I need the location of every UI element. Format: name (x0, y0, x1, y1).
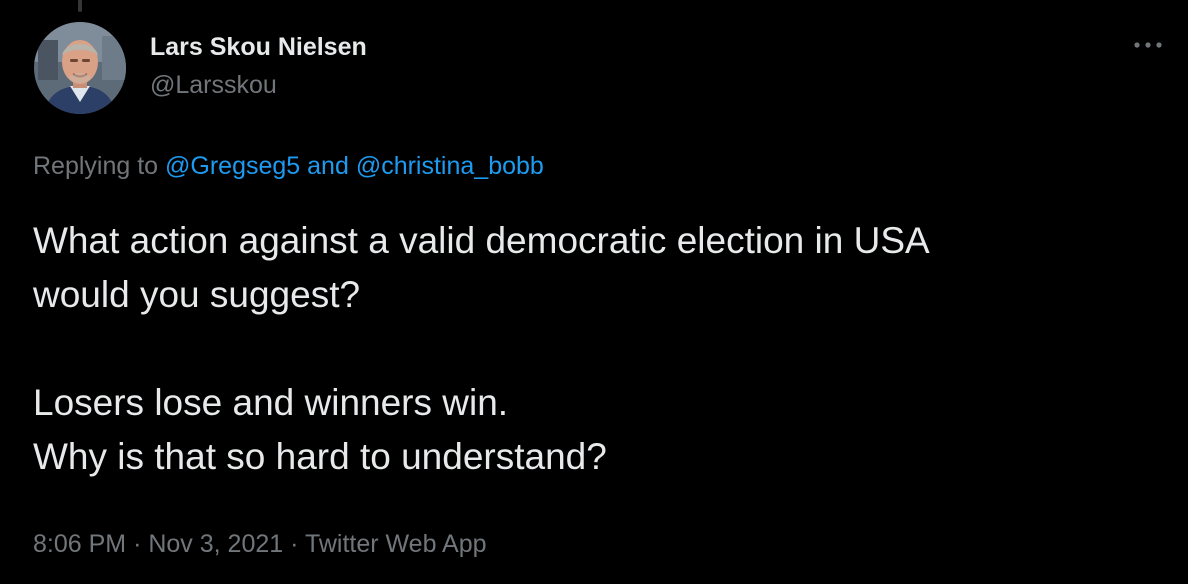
thread-connector-line (78, 0, 82, 12)
tweet-text-line: would you suggest? (33, 274, 361, 315)
author-display-name[interactable]: Lars Skou Nielsen (150, 32, 367, 62)
tweet-header: Lars Skou Nielsen @Larsskou (34, 22, 1164, 118)
tweet-time[interactable]: 8:06 PM (33, 530, 126, 558)
meta-separator: · (133, 530, 142, 558)
meta-separator: · (290, 530, 299, 558)
ellipsis-icon (1134, 42, 1162, 48)
tweet-text-line: Why is that so hard to understand? (33, 436, 607, 477)
author-names: Lars Skou Nielsen @Larsskou (150, 32, 367, 100)
mention-link-gregseg5[interactable]: @Gregseg5 (165, 152, 300, 180)
more-options-button[interactable] (1126, 30, 1170, 60)
avatar[interactable] (34, 22, 126, 114)
mention-conjunction[interactable]: and (307, 152, 349, 180)
author-handle[interactable]: @Larsskou (150, 70, 367, 100)
tweet-text: What action against a valid democratic e… (33, 214, 1163, 484)
reply-context: Replying to @Gregseg5 and @christina_bob… (33, 150, 544, 182)
replying-to-label: Replying to (33, 152, 159, 180)
tweet-text-line: Losers lose and winners win. (33, 382, 509, 423)
tweet-date[interactable]: Nov 3, 2021 (148, 530, 283, 558)
tweet-text-line: What action against a valid democratic e… (33, 220, 930, 261)
mention-link-christina-bobb[interactable]: @christina_bobb (356, 152, 544, 180)
profile-photo (34, 22, 126, 114)
tweet-metadata: 8:06 PM · Nov 3, 2021 · Twitter Web App (33, 528, 487, 560)
tweet-source[interactable]: Twitter Web App (305, 530, 487, 558)
